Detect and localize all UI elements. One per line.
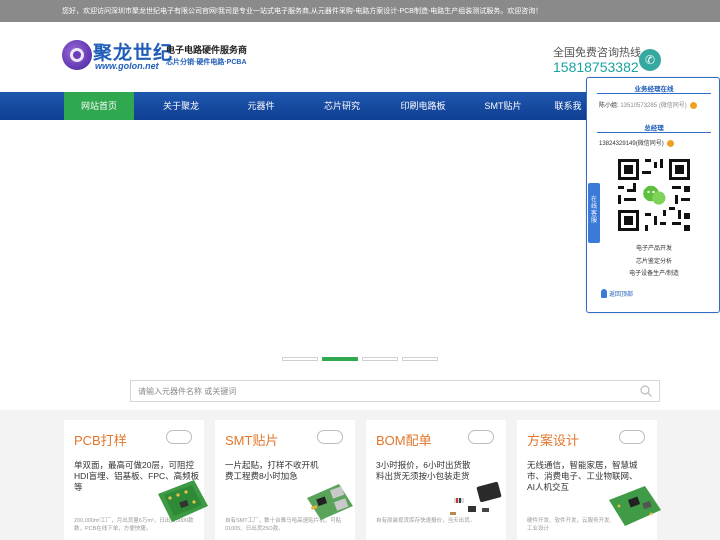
online-service-label: 在线客服 bbox=[590, 197, 597, 224]
nav-item-home[interactable]: 网站首页 bbox=[64, 92, 134, 120]
card-title: PCB打样 bbox=[74, 433, 127, 448]
slogan-sub: 芯片分销·硬件电路·PCBA bbox=[166, 59, 247, 66]
hotline-number: 15818753382 bbox=[553, 59, 639, 75]
general-manager-title: 总经理 bbox=[644, 125, 664, 132]
qq-icon[interactable] bbox=[690, 101, 698, 109]
card-title: BOM配单 bbox=[376, 433, 432, 448]
nav-item-components[interactable]: 元器件 bbox=[226, 92, 296, 120]
raspberry-board-icon bbox=[307, 484, 353, 520]
sales-manager-title: 业务经理在线 bbox=[634, 86, 674, 93]
card-more-button[interactable] bbox=[166, 430, 192, 444]
nav-item-about[interactable]: 关于聚龙 bbox=[146, 92, 216, 120]
nav-item-pcb[interactable]: 印刷电路板 bbox=[388, 92, 458, 120]
pcb-board-icon bbox=[158, 480, 208, 522]
gm-contact-row[interactable]: 13824329149(微信同号) bbox=[599, 138, 675, 147]
top-notice-bar: 您好，欢迎访问深圳市聚龙世纪电子有限公司官网!我司是专业一站式电子服务商,从元器… bbox=[0, 0, 720, 22]
slider-dot-4[interactable] bbox=[402, 357, 438, 361]
gm-contact-phone: 13824329149(微信同号) bbox=[599, 141, 664, 147]
card-title: 方案设计 bbox=[527, 433, 580, 448]
sales-contact-phone: 13510573285 (微信同号) bbox=[620, 103, 687, 109]
link-product-dev[interactable]: 电子产品开发 bbox=[597, 243, 711, 252]
card-smt[interactable]: SMT贴片 一片起贴，打样不收开机费工程费8小时加急 自有SMT工厂，数十台雅马… bbox=[215, 420, 355, 540]
card-bom[interactable]: BOM配单 3小时报价，6小时出货散料出货无须按小包装走货 自有原装现货库存快速… bbox=[366, 420, 506, 540]
online-service-tab[interactable]: 在线客服 bbox=[588, 183, 600, 243]
card-more-button[interactable] bbox=[619, 430, 645, 444]
rocket-icon bbox=[601, 289, 607, 298]
card-pcb[interactable]: PCB打样 单双面，最高可做20层，可阻控HDI盲埋、铝基板、FPC、高频板等 … bbox=[64, 420, 208, 540]
hotline-label: 全国免费咨询热线 bbox=[553, 47, 641, 59]
slogan-main: 电子电路硬件服务商 bbox=[166, 45, 248, 55]
logo-icon[interactable] bbox=[62, 40, 92, 70]
circuit-board-icon bbox=[609, 486, 661, 526]
link-chip-analysis[interactable]: 芯片鉴定分析 bbox=[597, 256, 711, 265]
page-root: 您好，欢迎访问深圳市聚龙世纪电子有限公司官网!我司是专业一站式电子服务商,从元器… bbox=[0, 0, 720, 540]
logo-url[interactable]: www.golon.net bbox=[95, 61, 159, 71]
nav-item-contact[interactable]: 联系我 bbox=[548, 92, 588, 120]
back-to-top-button[interactable]: 返回顶部 bbox=[601, 289, 633, 298]
back-to-top-label: 返回顶部 bbox=[609, 292, 634, 298]
search-input[interactable] bbox=[131, 381, 631, 401]
divider bbox=[597, 93, 711, 94]
welcome-text: 您好，欢迎访问深圳市聚龙世纪电子有限公司官网!我司是专业一站式电子服务商,从元器… bbox=[62, 8, 543, 15]
chip-components-icon bbox=[450, 481, 502, 515]
floating-contact-panel: 业务经理在线 陈小姐: 13510573285 (微信同号) 总经理 13824… bbox=[586, 77, 720, 313]
sales-contact-row[interactable]: 陈小姐: 13510573285 (微信同号) bbox=[599, 100, 698, 109]
slider-dot-3[interactable] bbox=[362, 357, 398, 361]
search-bar bbox=[130, 380, 660, 402]
phone-icon: ✆ bbox=[639, 49, 661, 71]
qq-icon[interactable] bbox=[667, 139, 675, 147]
card-more-button[interactable] bbox=[468, 430, 494, 444]
nav-item-chip-research[interactable]: 芯片研究 bbox=[307, 92, 377, 120]
card-more-button[interactable] bbox=[317, 430, 343, 444]
card-footnote: 硬件开发、软件开发，云服务开发、工业设计 bbox=[527, 518, 616, 532]
nav-item-smt[interactable]: SMT贴片 bbox=[468, 92, 538, 120]
slider-dot-1[interactable] bbox=[282, 357, 318, 361]
card-title: SMT贴片 bbox=[225, 433, 279, 448]
link-equipment-manufacture[interactable]: 电子设备生产/制造 bbox=[597, 268, 711, 277]
slider-dot-2[interactable] bbox=[322, 357, 358, 361]
card-solution[interactable]: 方案设计 无线通信，智能家居，智慧城市、消费电子、工业物联网、AI人机交互 硬件… bbox=[517, 420, 661, 540]
divider bbox=[597, 132, 711, 133]
sales-contact-name: 陈小姐: bbox=[599, 103, 621, 109]
wechat-qr-code-icon bbox=[615, 156, 693, 234]
search-icon[interactable] bbox=[639, 384, 653, 398]
